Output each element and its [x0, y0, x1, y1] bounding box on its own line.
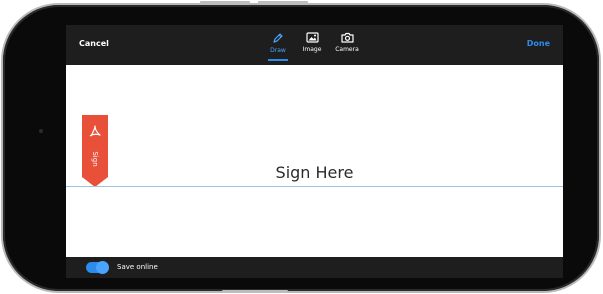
signature-screen: Cancel Draw Image Camera Done Sign Sign … [66, 25, 563, 278]
save-online-label: Save online [117, 263, 158, 271]
tab-camera[interactable]: Camera [325, 32, 369, 62]
done-button[interactable]: Done [527, 39, 550, 48]
front-camera [39, 129, 43, 133]
bottom-toolbar: Save online [66, 257, 563, 278]
volume-up-button [200, 1, 250, 5]
camera-icon [325, 32, 369, 43]
tab-camera-label: Camera [335, 46, 359, 53]
acrobat-logo-icon [88, 123, 102, 142]
power-button [222, 290, 288, 293]
signature-canvas[interactable]: Sign Sign Here [66, 65, 563, 257]
toggle-knob [96, 261, 109, 274]
volume-down-button [258, 1, 308, 5]
cancel-button[interactable]: Cancel [79, 39, 109, 48]
signature-line [66, 186, 563, 187]
save-online-toggle[interactable] [86, 261, 109, 274]
sign-here-prompt: Sign Here [275, 163, 354, 182]
top-toolbar: Cancel Draw Image Camera Done [66, 25, 563, 65]
active-tab-indicator [268, 59, 288, 61]
